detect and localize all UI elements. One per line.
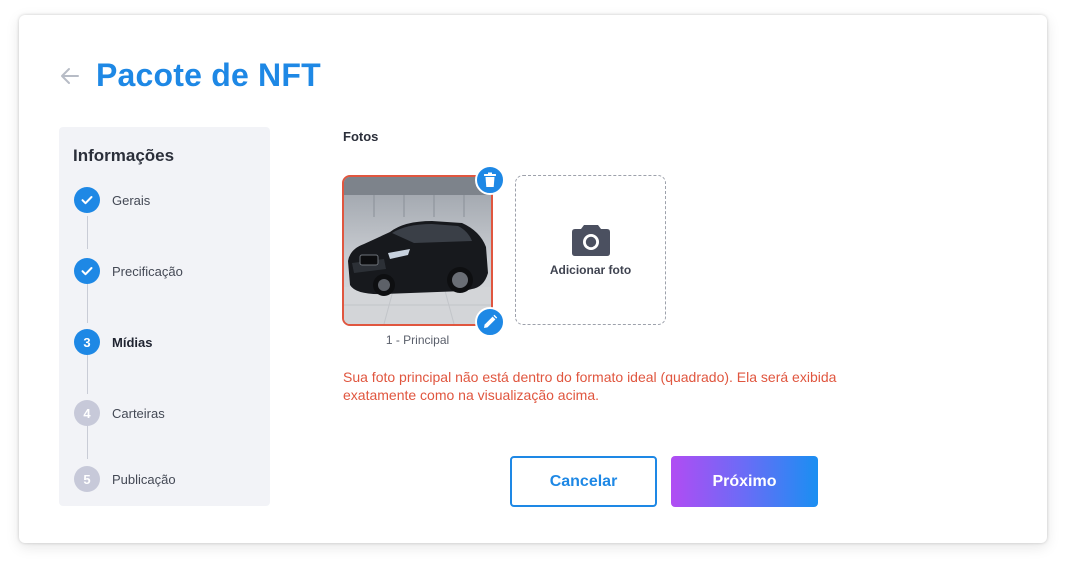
- check-icon: [74, 258, 100, 284]
- stepper-title: Informações: [73, 146, 175, 165]
- step-label: Precificação: [112, 263, 183, 279]
- arrow-left-icon[interactable]: [58, 64, 82, 88]
- step-publicacao[interactable]: 5 Publicação: [74, 466, 176, 492]
- step-label: Publicação: [112, 471, 176, 487]
- step-number: 5: [74, 466, 100, 492]
- car-photo: [344, 177, 491, 324]
- step-number: 4: [74, 400, 100, 426]
- step-label: Mídias: [112, 334, 153, 350]
- step-connector: [87, 216, 88, 249]
- page-title: Pacote de NFT: [96, 57, 321, 93]
- step-connector: [87, 425, 88, 459]
- cancel-button[interactable]: Cancelar: [510, 456, 657, 507]
- next-button[interactable]: Próximo: [671, 456, 818, 507]
- check-icon: [74, 187, 100, 213]
- main-photo[interactable]: [342, 175, 493, 326]
- add-photo-label: Adicionar foto: [549, 263, 632, 277]
- step-label: Gerais: [112, 192, 151, 208]
- step-connector: [87, 354, 88, 394]
- stepper-panel: Informações Gerais Precificação 3 Mídias…: [59, 127, 270, 506]
- step-midias[interactable]: 3 Mídias: [74, 329, 152, 355]
- step-number: 3: [74, 329, 100, 355]
- pencil-icon: [484, 314, 498, 328]
- camera-icon: [571, 225, 610, 256]
- format-warning: Sua foto principal não está dentro do fo…: [343, 369, 837, 403]
- main-photo-caption: 1 - Principal: [385, 333, 450, 347]
- delete-photo-button[interactable]: [475, 165, 505, 195]
- step-connector: [87, 283, 88, 323]
- trash-icon: [484, 172, 496, 187]
- step-precificacao[interactable]: Precificação: [74, 258, 183, 284]
- step-carteiras[interactable]: 4 Carteiras: [74, 400, 165, 426]
- add-photo-button[interactable]: Adicionar foto: [515, 175, 666, 325]
- step-gerais[interactable]: Gerais: [74, 187, 150, 213]
- photos-section-label: Fotos: [343, 129, 379, 144]
- step-label: Carteiras: [112, 405, 165, 421]
